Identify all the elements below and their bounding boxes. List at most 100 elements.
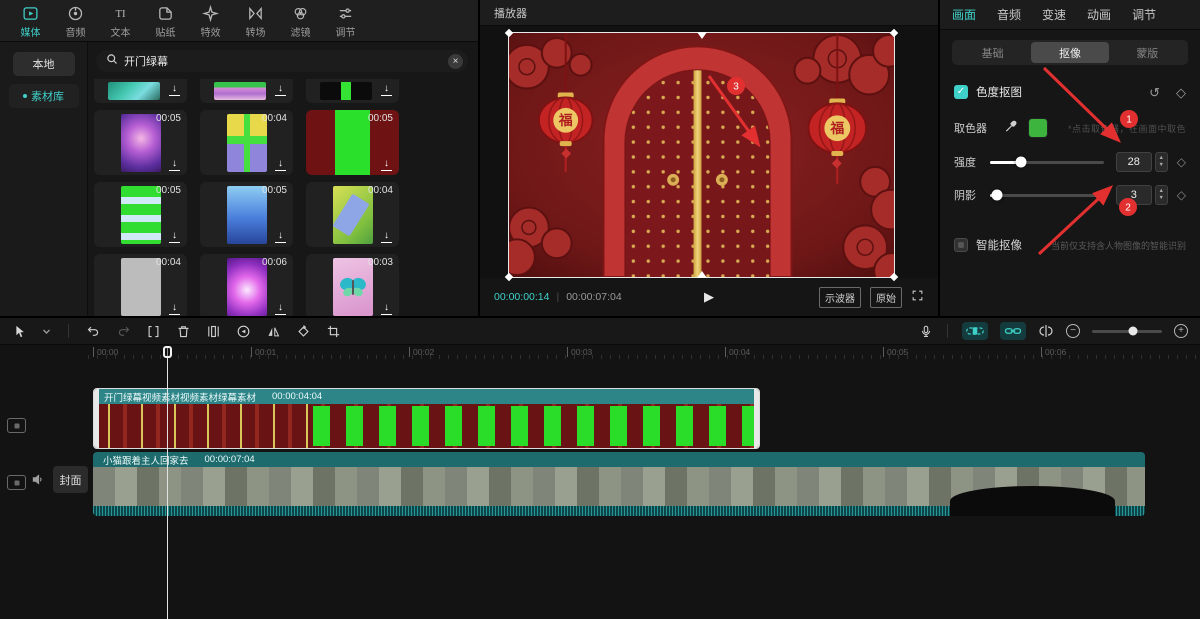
tab-audio[interactable]: 音频 <box>53 5 98 39</box>
library-item[interactable]: 00:04↓ <box>306 182 399 247</box>
crop-icon[interactable] <box>326 324 341 339</box>
delete-icon[interactable] <box>176 324 191 339</box>
download-icon[interactable]: ↓ <box>169 159 180 171</box>
tab-sticker[interactable]: 贴纸 <box>143 5 188 39</box>
cover-button[interactable]: 封面 <box>53 466 88 493</box>
library-item[interactable]: 00:04↓ <box>94 254 187 316</box>
shadow-stepper[interactable]: ▲▼ <box>1155 185 1168 205</box>
track2-mute-icon[interactable] <box>31 473 45 491</box>
tab-speed[interactable]: 变速 <box>1042 6 1066 23</box>
library-item[interactable]: 00:05↓ <box>200 182 293 247</box>
strength-keyframe-icon[interactable]: ◇ <box>1177 155 1186 169</box>
picked-color-swatch[interactable] <box>1028 118 1048 138</box>
video-thumbnail <box>227 186 267 244</box>
library-item[interactable]: 00:06↓ <box>200 254 293 316</box>
preview-axis-icon[interactable] <box>1038 324 1054 338</box>
track1-toggle-icon[interactable] <box>7 418 26 433</box>
player-panel: 播放器 <box>480 0 938 316</box>
sticker-icon <box>157 5 174 22</box>
strength-value[interactable]: 28 <box>1116 152 1152 172</box>
tab-audio-settings[interactable]: 音频 <box>997 6 1021 23</box>
library-item[interactable]: 00:03 ↓ <box>306 254 399 316</box>
library-item[interactable]: 00:04↓ <box>200 110 293 175</box>
split-icon[interactable] <box>146 324 161 339</box>
library-item[interactable]: 00:05↓ <box>94 110 187 175</box>
tab-adjustment[interactable]: 调节 <box>1132 6 1156 23</box>
shadow-slider-knob[interactable] <box>991 190 1002 201</box>
library-item[interactable]: ↓ <box>94 79 187 103</box>
selection-handle-bottom[interactable] <box>697 271 707 278</box>
select-tool-icon[interactable] <box>12 324 27 339</box>
nav-library[interactable]: 素材库 <box>9 84 79 108</box>
shadow-slider[interactable] <box>990 194 1104 197</box>
strength-slider-knob[interactable] <box>1015 157 1026 168</box>
clip-cat-video[interactable]: 小猫跟着主人回家去 00:00:07:04 <box>93 452 1145 516</box>
original-button[interactable]: 原始 <box>870 287 902 308</box>
play-button[interactable]: ▶ <box>704 289 714 305</box>
tab-picture[interactable]: 画面 <box>952 6 976 23</box>
timeline-zoom-slider[interactable] <box>1092 330 1162 333</box>
download-icon[interactable]: ↓ <box>169 84 180 96</box>
download-icon[interactable]: ↓ <box>275 231 286 243</box>
tab-transitions[interactable]: 转场 <box>233 5 278 39</box>
selection-handle-top[interactable] <box>697 32 707 39</box>
eyedropper-icon[interactable] <box>1004 119 1018 138</box>
magnetic-snap-toggle[interactable] <box>962 322 988 340</box>
shadow-keyframe-icon[interactable]: ◇ <box>1177 188 1186 202</box>
reverse-icon[interactable] <box>236 324 251 339</box>
tab-animation[interactable]: 动画 <box>1087 6 1111 23</box>
strength-slider[interactable] <box>990 161 1104 164</box>
tab-filters[interactable]: 滤镜 <box>278 5 323 39</box>
tab-text[interactable]: TI 文本 <box>98 5 143 39</box>
library-item[interactable]: ↓ <box>200 79 293 103</box>
tab-media[interactable]: 媒体 <box>8 5 53 39</box>
undo-icon[interactable] <box>86 324 101 339</box>
redo-icon[interactable] <box>116 324 131 339</box>
tab-effects[interactable]: 特效 <box>188 5 233 39</box>
keyframe-icon[interactable]: ◇ <box>1176 86 1186 99</box>
library-item[interactable]: ↓ <box>306 79 399 103</box>
download-icon[interactable]: ↓ <box>275 303 286 315</box>
timeline-ruler[interactable]: 00:00 00:01 00:02 00:03 00:04 00:05 00:0… <box>0 346 1200 360</box>
download-icon[interactable]: ↓ <box>169 303 180 315</box>
record-mic-icon[interactable] <box>919 324 933 339</box>
shadow-value[interactable]: 3 <box>1116 185 1152 205</box>
download-icon[interactable]: ↓ <box>169 231 180 243</box>
track2-toggle-icon[interactable] <box>7 475 26 490</box>
scope-button[interactable]: 示波器 <box>819 287 861 308</box>
strength-stepper[interactable]: ▲▼ <box>1155 152 1168 172</box>
search-clear-icon[interactable]: × <box>448 54 463 69</box>
freeze-frame-icon[interactable] <box>206 324 221 339</box>
chroma-key-checkbox[interactable]: ✓ <box>954 85 968 99</box>
timeline-options: − + <box>919 322 1188 340</box>
library-item-green-door[interactable]: 00:05↓ <box>306 110 399 175</box>
fullscreen-icon[interactable] <box>911 289 924 305</box>
reset-icon[interactable]: ↺ <box>1149 86 1160 99</box>
download-icon[interactable]: ↓ <box>275 159 286 171</box>
download-icon[interactable]: ↓ <box>381 231 392 243</box>
library-item[interactable]: 00:05↓ <box>94 182 187 247</box>
zoom-in-icon[interactable]: + <box>1174 324 1188 338</box>
playhead-handle[interactable] <box>163 346 172 358</box>
link-toggle[interactable] <box>1000 322 1026 340</box>
color-picker-row: 取色器 *点击取色器，在画面中取色 <box>940 117 1200 139</box>
clip-green-door[interactable]: 开门绿幕视频素材视频素材绿幕素材 00:00:04:04 <box>93 388 760 449</box>
subtab-keying[interactable]: 抠像 <box>1031 42 1108 63</box>
timeline-zoom-knob[interactable] <box>1128 327 1137 336</box>
zoom-out-icon[interactable]: − <box>1066 324 1080 338</box>
video-canvas[interactable]: 福 福 <box>508 32 895 278</box>
select-tool-chevron-icon[interactable] <box>42 327 51 336</box>
subtab-basic[interactable]: 基础 <box>954 42 1031 63</box>
rotate-icon[interactable] <box>296 324 311 339</box>
download-icon[interactable]: ↓ <box>381 303 392 315</box>
subtab-mask[interactable]: 蒙版 <box>1109 42 1186 63</box>
download-icon[interactable]: ↓ <box>381 84 392 96</box>
playhead[interactable] <box>167 347 168 619</box>
nav-local[interactable]: 本地 <box>13 52 75 76</box>
download-icon[interactable]: ↓ <box>275 84 286 96</box>
tab-adjust[interactable]: 调节 <box>323 5 368 39</box>
smart-key-checkbox[interactable] <box>954 238 968 252</box>
download-icon[interactable]: ↓ <box>381 159 392 171</box>
search-input[interactable] <box>124 55 442 67</box>
mirror-icon[interactable] <box>266 324 281 339</box>
